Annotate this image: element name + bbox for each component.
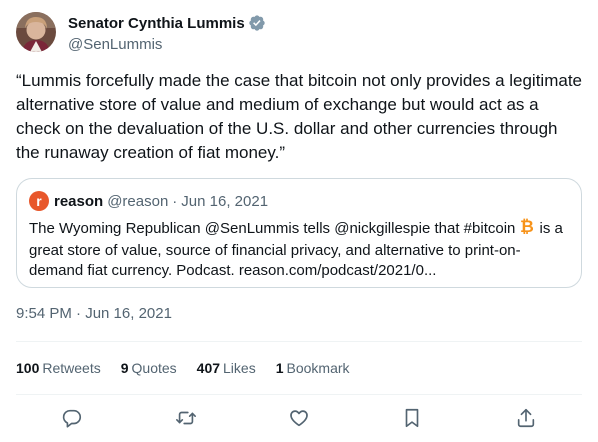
verified-badge-icon (248, 14, 266, 32)
bookmarks-stat[interactable]: 1 Bookmark (276, 358, 350, 378)
quoted-date: Jun 16, 2021 (181, 192, 269, 210)
likes-stat[interactable]: 407 Likes (197, 358, 256, 378)
likes-count: 407 (196, 360, 221, 376)
share-icon (517, 408, 535, 428)
like-button[interactable] (285, 404, 313, 432)
retweets-stat[interactable]: 100 Retweets (16, 358, 101, 378)
tweet-timestamp[interactable]: 9:54 PM · Jun 16, 2021 (16, 304, 172, 324)
like-icon (290, 410, 308, 427)
quoted-author-handle: @reason (107, 192, 169, 210)
retweet-button[interactable] (172, 404, 200, 432)
likes-label: Likes (223, 360, 256, 376)
retweets-label: Retweets (42, 360, 101, 376)
author-name[interactable]: Senator Cynthia Lummis (68, 15, 245, 32)
quotes-count: 9 (120, 360, 129, 376)
engagement-stats: 100 Retweets 9 Quotes 407 Likes 1 Bookmark (16, 358, 370, 378)
tweet-header: Senator Cynthia Lummis @SenLummis (16, 12, 266, 55)
quotes-stat[interactable]: 9 Quotes (121, 358, 177, 378)
bookmark-button[interactable] (398, 404, 426, 432)
bitcoin-icon: ₿ (519, 217, 534, 241)
divider (16, 394, 582, 395)
quoted-avatar: r (29, 191, 49, 211)
tweet-text: “Lummis forcefully made the case that bi… (16, 71, 582, 162)
quotes-label: Quotes (131, 360, 177, 376)
bookmark-icon (405, 408, 419, 428)
bookmarks-label: Bookmark (286, 360, 350, 376)
quoted-tweet-card[interactable]: r reason @reason · Jun 16, 2021 The Wyom… (16, 178, 582, 288)
author-avatar[interactable] (16, 12, 56, 52)
share-button[interactable] (512, 404, 540, 432)
retweet-icon (176, 411, 196, 425)
quoted-author-name: reason (54, 192, 104, 210)
quoted-text-part-1: The Wyoming Republican @SenLummis tells … (29, 220, 516, 237)
reply-icon (62, 409, 82, 428)
divider (16, 341, 582, 342)
author-handle[interactable]: @SenLummis (68, 35, 266, 55)
reply-button[interactable] (58, 404, 86, 432)
profile-photo-icon (16, 12, 56, 52)
bookmarks-count: 1 (275, 360, 284, 376)
action-bar (16, 404, 582, 432)
quoted-separator: · (172, 192, 178, 210)
quoted-text: The Wyoming Republican @SenLummis tells … (29, 217, 569, 281)
svg-text:₿: ₿ (520, 217, 533, 235)
retweets-count: 100 (16, 360, 40, 376)
